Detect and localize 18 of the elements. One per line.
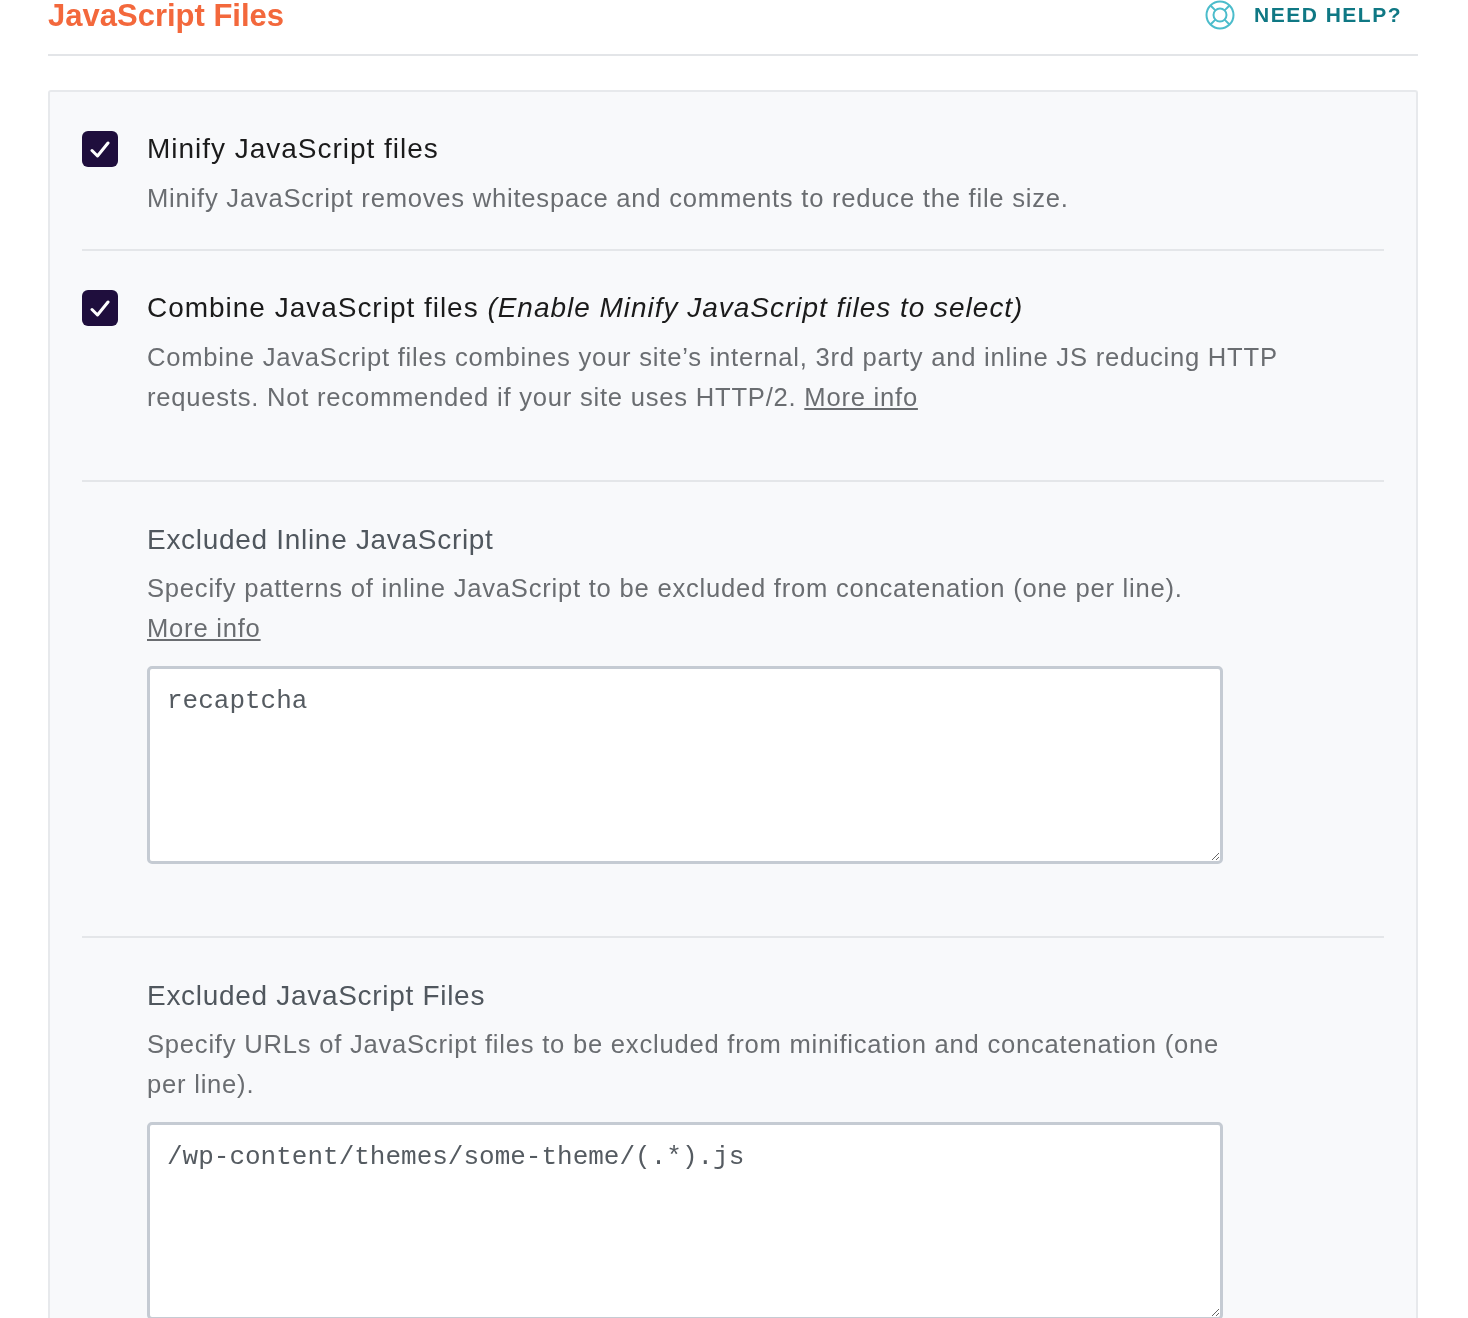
option-label: Minify JavaScript files [147,132,439,166]
more-info-link[interactable]: More info [804,383,918,411]
text-area-field[interactable]: recaptcha [147,666,1223,864]
check-icon [90,299,110,317]
field-heading: Excluded Inline JavaScript [147,523,494,557]
option-description: Minify JavaScript removes whitespace and comments to reduce the file size. [147,183,1069,214]
help-link[interactable]: NEED HELP? [1202,0,1402,30]
option-label: Combine JavaScript files (Enable Minify JavaScript files to select) [147,291,1024,325]
check-icon [90,140,110,158]
more-info-link[interactable]: More info [147,614,261,642]
option-description: Combine JavaScript files combines your site’s internal, 3rd party and inline JS reducing HTTP requests. Not recommended if your site uses HTTP/2. More info [147,342,1279,413]
page-title: JavaScript Files [48,0,285,31]
checkbox[interactable] [82,131,118,167]
field-description: Specify URLs of JavaScript files to be excluded from minification and concatenation (one per line). [147,1029,1220,1100]
field-heading: Excluded JavaScript Files [147,979,486,1013]
checkbox[interactable] [82,290,118,326]
text-area-field[interactable]: /wp-content/themes/some-theme/(.*).js [147,1122,1223,1318]
field-description: Specify patterns of inline JavaScript to be excluded from concatenation (one per line). More info [147,573,1184,644]
